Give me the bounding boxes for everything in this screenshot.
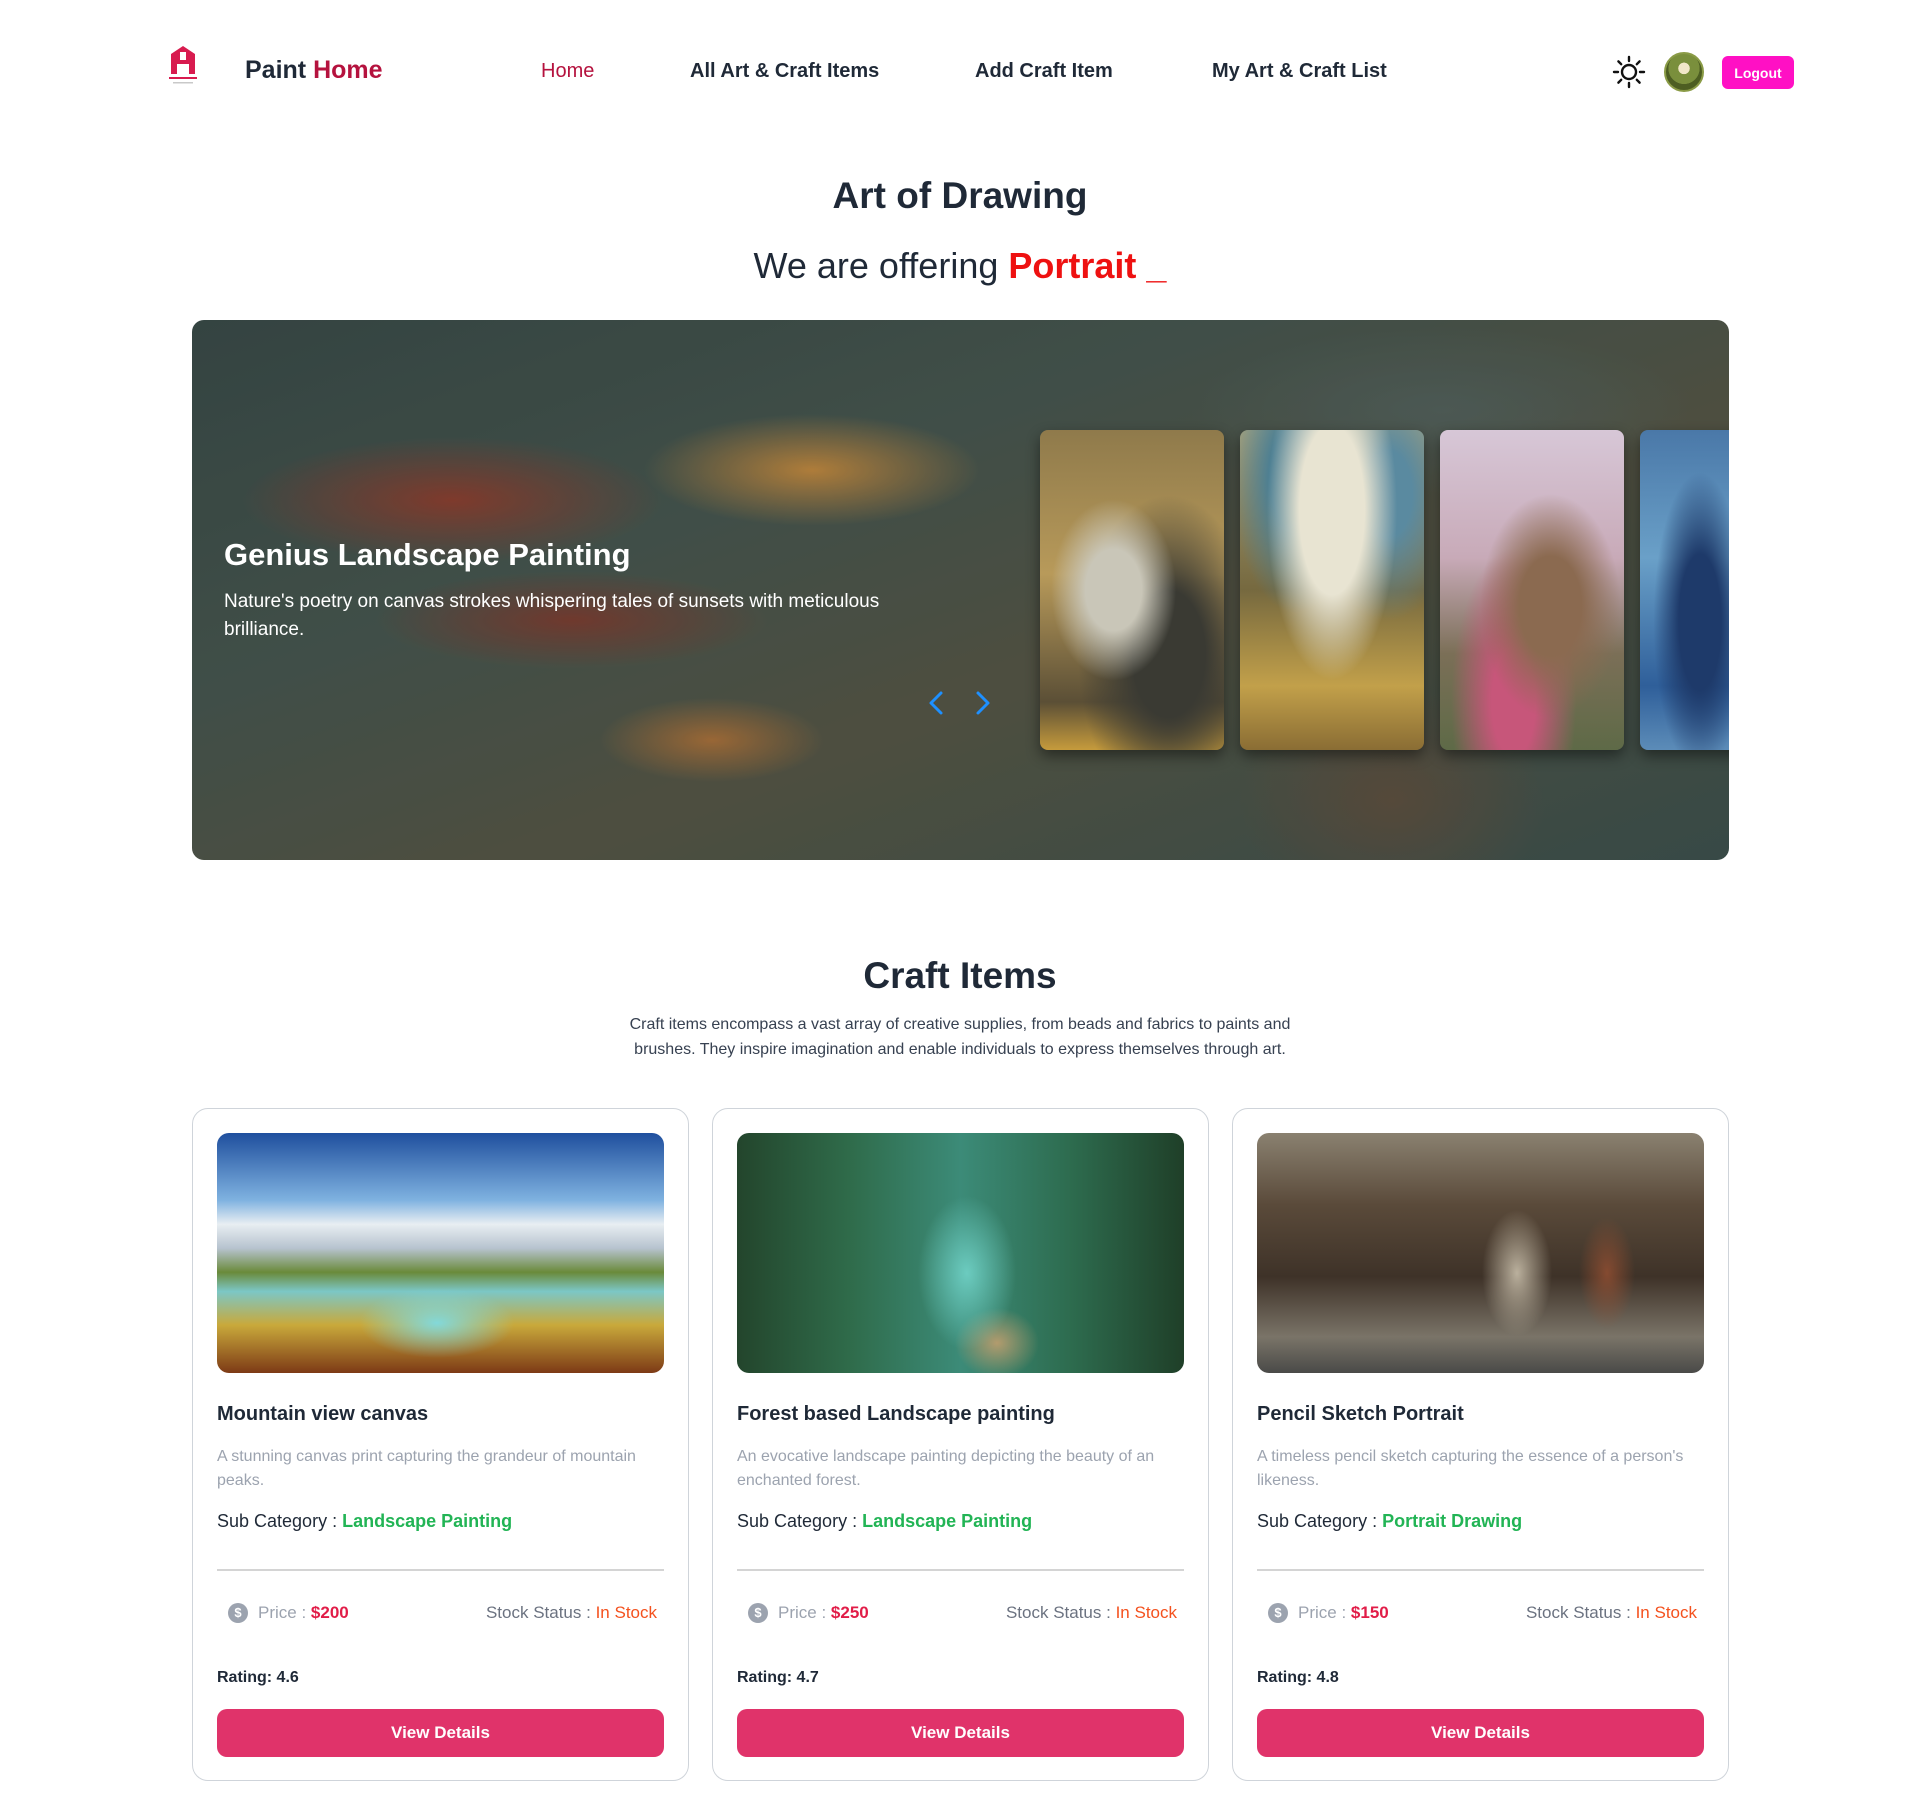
view-details-button[interactable]: View Details [1257, 1709, 1704, 1757]
sub-category-value: Landscape Painting [862, 1511, 1033, 1531]
card-title: Pencil Sketch Portrait [1257, 1403, 1464, 1425]
divider [737, 1569, 1184, 1571]
card-description: A timeless pencil sketch capturing the e… [1257, 1448, 1684, 1489]
rating: Rating: 4.6 [217, 1669, 299, 1686]
sub-category-value: Portrait Drawing [1382, 1511, 1523, 1531]
price: Price : $200 [258, 1603, 349, 1623]
slide-thumbnail[interactable] [1040, 430, 1224, 750]
brand-name[interactable]: Paint Home [245, 56, 383, 85]
banner-description: Nature's poetry on canvas strokes whispe… [224, 591, 880, 640]
sub-category-value: Landscape Painting [342, 1511, 513, 1531]
hero-typed-text: Portrait [1008, 245, 1137, 286]
section-description: Craft items encompass a vast array of cr… [629, 1016, 1291, 1058]
stock-label: Stock Status : [1525, 1603, 1631, 1622]
slide-thumbnail[interactable] [1640, 430, 1729, 750]
avatar[interactable] [1664, 52, 1704, 92]
nav-link-my-list[interactable]: My Art & Craft List [1212, 60, 1387, 83]
sun-icon[interactable] [1612, 55, 1646, 89]
price: Price : $150 [1298, 1603, 1389, 1623]
hero-title: Art of Drawing [832, 175, 1088, 216]
card-description: An evocative landscape painting depictin… [737, 1448, 1155, 1489]
price-value: $250 [830, 1603, 869, 1622]
nav-link-home[interactable]: Home [541, 60, 594, 83]
sub-category: Sub Category : Landscape Painting [737, 1511, 1032, 1532]
slide-thumbnail[interactable] [1440, 430, 1624, 750]
card-image [737, 1133, 1184, 1373]
card-image [1257, 1133, 1704, 1373]
card-title: Forest based Landscape painting [737, 1403, 1055, 1425]
price-label: Price : [778, 1603, 827, 1622]
chevron-left-icon[interactable] [925, 690, 949, 716]
view-details-button[interactable]: View Details [737, 1709, 1184, 1757]
stock-status: Stock Status : In Stock [486, 1603, 657, 1623]
banner-slider: Genius Landscape Painting Nature's poetr… [192, 320, 1729, 860]
stock-status: Stock Status : In Stock [1526, 1603, 1697, 1623]
stock-label: Stock Status : [485, 1603, 591, 1622]
stock-value: In Stock [1635, 1603, 1697, 1622]
sub-category-label: Sub Category : [1257, 1511, 1378, 1531]
sub-category-label: Sub Category : [217, 1511, 338, 1531]
sub-category: Sub Category : Landscape Painting [217, 1511, 512, 1532]
view-details-button[interactable]: View Details [217, 1709, 664, 1757]
sub-category-label: Sub Category : [737, 1511, 858, 1531]
rating: Rating: 4.7 [737, 1669, 819, 1686]
card-description: A stunning canvas print capturing the gr… [217, 1448, 636, 1489]
section-title: Craft Items [863, 955, 1057, 996]
sub-category: Sub Category : Portrait Drawing [1257, 1511, 1522, 1532]
card-title: Mountain view canvas [217, 1403, 429, 1425]
price-value: $200 [310, 1603, 349, 1622]
hero-subtitle-prefix: We are offering [753, 245, 999, 286]
dollar-icon: $ [228, 1603, 248, 1623]
dollar-icon: $ [748, 1603, 768, 1623]
craft-card: Forest based Landscape painting An evoca… [712, 1108, 1209, 1781]
stock-value: In Stock [595, 1603, 657, 1622]
stock-status: Stock Status : In Stock [1006, 1603, 1177, 1623]
nav-link-all-items[interactable]: All Art & Craft Items [690, 60, 879, 83]
stock-value: In Stock [1115, 1603, 1177, 1622]
price-value: $150 [1350, 1603, 1389, 1622]
slide-thumbnail[interactable] [1240, 430, 1424, 750]
brand-part-2: Home [313, 56, 383, 84]
price-label: Price : [258, 1603, 307, 1622]
hero-subtitle: We are offering Portrait _ [0, 245, 1920, 287]
stock-label: Stock Status : [1005, 1603, 1111, 1622]
price: Price : $250 [778, 1603, 869, 1623]
banner-title: Genius Landscape Painting [224, 537, 631, 572]
dollar-icon: $ [1268, 1603, 1288, 1623]
divider [1257, 1569, 1704, 1571]
chevron-right-icon[interactable] [970, 690, 994, 716]
navbar: Paint Home Home All Art & Craft Items Ad… [0, 0, 1920, 145]
divider [217, 1569, 664, 1571]
paint-home-logo[interactable] [163, 44, 203, 90]
craft-card: Pencil Sketch Portrait A timeless pencil… [1232, 1108, 1729, 1781]
rating: Rating: 4.8 [1257, 1669, 1339, 1686]
price-label: Price : [1298, 1603, 1347, 1622]
brand-part-1: Paint [245, 56, 307, 84]
craft-card: Mountain view canvas A stunning canvas p… [192, 1108, 689, 1781]
card-image [217, 1133, 664, 1373]
logout-button[interactable]: Logout [1722, 56, 1794, 89]
typing-cursor: _ [1146, 245, 1167, 286]
nav-link-add-item[interactable]: Add Craft Item [975, 60, 1113, 83]
